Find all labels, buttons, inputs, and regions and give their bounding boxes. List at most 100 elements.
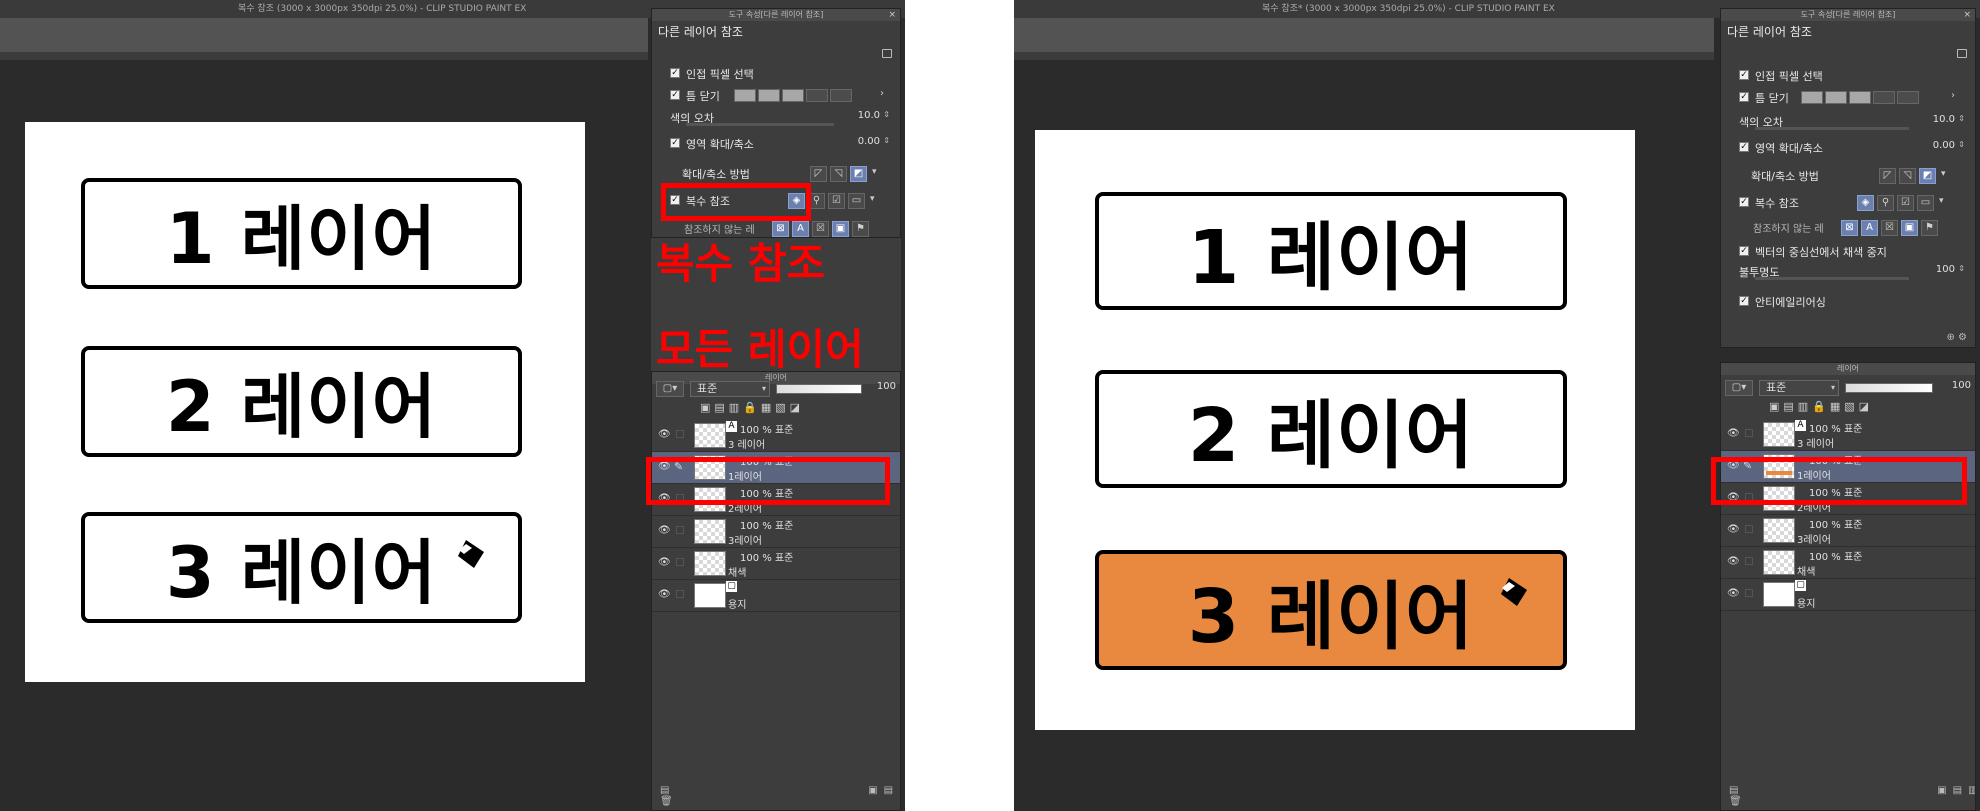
checkbox-gap-close[interactable]: ✓ <box>670 90 680 100</box>
blend-mode-select[interactable]: 표준 ▾ <box>1759 380 1839 396</box>
no-ref-e[interactable]: ⚑ <box>852 221 869 237</box>
lock-cell[interactable] <box>1745 525 1753 533</box>
layer-toolbar-icons[interactable]: ▣▤▥🔒▦▧◪ <box>700 401 804 414</box>
checkbox-multi-ref[interactable]: ✓ <box>1739 197 1749 207</box>
eye-icon[interactable]: 👁 <box>1727 524 1740 535</box>
lock-cell[interactable] <box>676 558 684 566</box>
scale-method-b[interactable]: ◹ <box>1899 168 1916 184</box>
gap-level-3[interactable] <box>782 89 804 102</box>
layer-toolbar-icons[interactable]: ▣▤▥🔒▦▧◪ <box>1769 400 1873 413</box>
close-icon[interactable]: × <box>888 9 896 21</box>
lock-cell[interactable] <box>676 526 684 534</box>
area-value[interactable]: 0.00 <box>1933 140 1955 151</box>
checkbox-area-scale[interactable]: ✓ <box>670 138 680 148</box>
chevron-down-icon[interactable]: ▾ <box>1939 196 1944 206</box>
no-ref-d[interactable]: ▣ <box>832 221 849 237</box>
tolerance-slider[interactable] <box>1755 127 1909 130</box>
spin-icon[interactable]: ⇕ <box>1958 140 1965 149</box>
eye-icon[interactable]: 👁 <box>658 557 671 568</box>
lock-cell[interactable] <box>676 590 684 598</box>
tolerance-value[interactable]: 10.0 <box>858 110 880 121</box>
tolerance-value[interactable]: 10.0 <box>1933 114 1955 125</box>
lock-cell[interactable] <box>1745 557 1753 565</box>
no-ref-d[interactable]: ▣ <box>1901 220 1918 236</box>
no-ref-a[interactable]: ⊠ <box>1841 220 1858 236</box>
no-ref-b[interactable]: A <box>1861 220 1878 236</box>
gap-level-2[interactable] <box>758 89 780 102</box>
blend-mode-select[interactable]: 표준 ▾ <box>690 381 770 397</box>
eye-icon[interactable]: 👁 <box>1727 556 1740 567</box>
gap-level-2[interactable] <box>1825 91 1847 104</box>
checkbox-antialias[interactable]: ✓ <box>1739 296 1749 306</box>
spin-icon[interactable]: ⇕ <box>1958 114 1965 123</box>
layer-color-icon[interactable]: ▢▾ <box>656 381 684 397</box>
tolerance-slider[interactable] <box>686 123 834 126</box>
lock-cell[interactable] <box>1745 429 1753 437</box>
gap-level-1[interactable] <box>1801 91 1823 104</box>
layer-opacity-value[interactable]: 100 <box>1952 380 1971 391</box>
ref-selected-layers[interactable]: ☑ <box>1897 195 1914 211</box>
opacity-slider[interactable] <box>1845 383 1933 393</box>
layer-footer-icons[interactable]: ▤ ▣▤▥▦▧▨●▩🗑 <box>660 785 900 807</box>
checkbox-gap-close[interactable]: ✓ <box>1739 92 1749 102</box>
gap-level-5[interactable] <box>830 89 852 102</box>
chevron-right-icon[interactable]: › <box>1951 90 1955 101</box>
layer-row[interactable]: 👁 100 % 표준 3레이어 <box>1721 515 1975 547</box>
layer-footer-icons[interactable]: ▤ ▣▤▥▦▧▨●▩🗑 <box>1729 785 1975 807</box>
lock-icon[interactable] <box>882 49 892 58</box>
layer-color-icon[interactable]: ▢▾ <box>1725 380 1753 396</box>
spin-icon[interactable]: ⇕ <box>1958 264 1965 273</box>
scale-method-c[interactable]: ◩ <box>1919 168 1936 184</box>
chevron-right-icon[interactable]: › <box>880 88 884 99</box>
opacity-slider[interactable] <box>1755 277 1909 280</box>
panel-footer-icons[interactable]: ⊕ ⚙ <box>1946 332 1967 343</box>
no-ref-e[interactable]: ⚑ <box>1921 220 1938 236</box>
lock-icon[interactable] <box>1957 49 1967 58</box>
checkbox-adjacent[interactable]: ✓ <box>670 68 680 78</box>
layer-row[interactable]: 👁 100 % 표준 채색 <box>1721 547 1975 579</box>
eye-icon[interactable]: 👁 <box>1727 588 1740 599</box>
chevron-down-icon[interactable]: ▾ <box>870 194 875 204</box>
layer-row[interactable]: 👁 100 % 표준 채색 <box>652 548 900 580</box>
ref-folder[interactable]: ▭ <box>1917 195 1934 211</box>
eye-icon[interactable]: 👁 <box>658 429 671 440</box>
spin-icon[interactable]: ⇕ <box>883 136 890 145</box>
scale-method-a[interactable]: ◸ <box>1879 168 1896 184</box>
scale-method-b[interactable]: ◹ <box>830 166 847 182</box>
eye-icon[interactable]: 👁 <box>658 525 671 536</box>
gap-level-4[interactable] <box>1873 91 1895 104</box>
scale-method-c[interactable]: ◩ <box>850 166 867 182</box>
layer-opacity-value[interactable]: 100 <box>877 381 896 392</box>
checkbox-area-scale[interactable]: ✓ <box>1739 142 1749 152</box>
area-value[interactable]: 0.00 <box>858 136 880 147</box>
layer-row[interactable]: 👁 ▢ 용지 <box>652 580 900 612</box>
checkbox-adjacent[interactable]: ✓ <box>1739 70 1749 80</box>
ref-folder[interactable]: ▭ <box>848 193 865 209</box>
no-ref-c[interactable]: ☒ <box>1881 220 1898 236</box>
layer-row[interactable]: 👁 ▢ 용지 <box>1721 579 1975 611</box>
spin-icon[interactable]: ⇕ <box>883 110 890 119</box>
eye-icon[interactable]: 👁 <box>658 589 671 600</box>
ref-all-layers[interactable]: ◈ <box>1857 195 1874 211</box>
layer-row[interactable]: 👁 100 % 표준 3레이어 <box>652 516 900 548</box>
lock-cell[interactable] <box>1745 589 1753 597</box>
lock-cell[interactable] <box>676 430 684 438</box>
checkbox-vector-stop[interactable]: ✓ <box>1739 246 1749 256</box>
chevron-down-icon[interactable]: ▾ <box>872 167 877 177</box>
ref-draft-layers[interactable]: ⚲ <box>1877 195 1894 211</box>
gap-level-3[interactable] <box>1849 91 1871 104</box>
layer-row[interactable]: 👁 A 100 % 표준 3 레이어 <box>652 420 900 452</box>
opacity-value[interactable]: 100 <box>1936 264 1955 275</box>
layer-row[interactable]: 👁 A 100 % 표준 3 레이어 <box>1721 419 1975 451</box>
gap-level-4[interactable] <box>806 89 828 102</box>
gap-level-5[interactable] <box>1897 91 1919 104</box>
scale-method-a[interactable]: ◸ <box>810 166 827 182</box>
chevron-down-icon[interactable]: ▾ <box>1941 169 1946 179</box>
close-icon[interactable]: × <box>1963 9 1971 21</box>
opacity-slider[interactable] <box>776 384 862 394</box>
annotation-box-selected-layer <box>646 457 890 505</box>
eye-icon[interactable]: 👁 <box>1727 428 1740 439</box>
ref-selected-layers[interactable]: ☑ <box>828 193 845 209</box>
gap-level-1[interactable] <box>734 89 756 102</box>
row-gap-close: ✓ 틈 닫기 › <box>1739 90 1955 105</box>
